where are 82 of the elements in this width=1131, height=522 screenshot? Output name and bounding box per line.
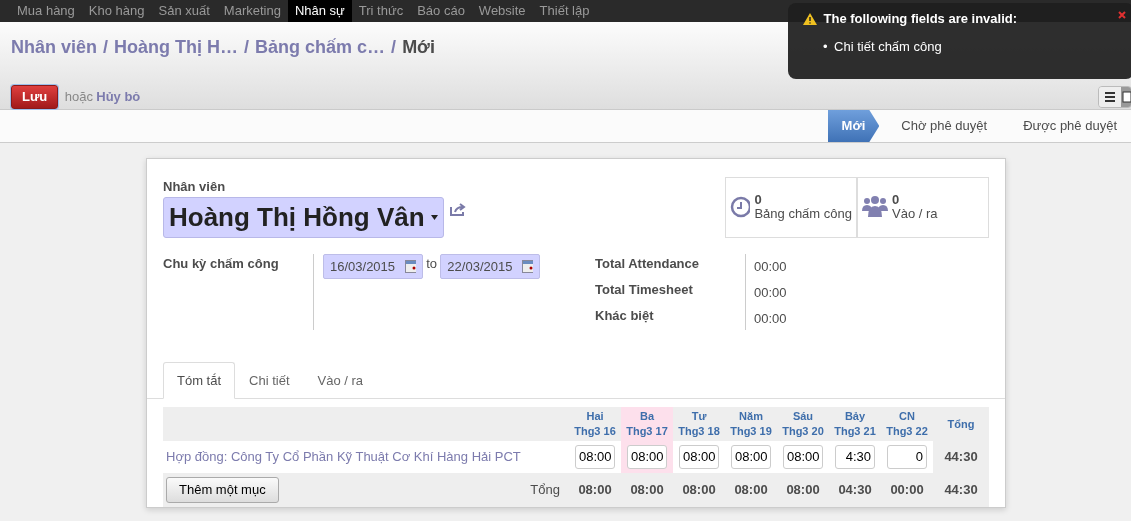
notification-item: Chi tiết chấm công [834, 37, 942, 56]
notification-title: The following fields are invalid: [823, 10, 1018, 28]
add-line-button[interactable]: Thêm một mục [166, 477, 279, 503]
tab[interactable]: Chi tiết [235, 361, 304, 399]
external-link-icon[interactable] [450, 202, 468, 216]
total-heading: Tổng [946, 416, 976, 432]
hours-input[interactable]: 08:00 [731, 445, 771, 469]
caret-icon [430, 214, 438, 220]
day-total: 00:00 [889, 481, 925, 499]
warning-icon [803, 12, 817, 25]
smart-button-label: Bảng chấm công [754, 207, 852, 222]
hours-input[interactable]: 0 [887, 445, 927, 469]
menu-item[interactable]: Tri thức [351, 0, 411, 22]
total-label: Total Attendance [595, 254, 700, 273]
menu-item[interactable]: Sản xuất [151, 0, 217, 22]
smart-button-count: 0 [892, 193, 901, 208]
employee-select[interactable]: Hoàng Thị Hồng Vân [163, 196, 444, 238]
breadcrumb-separator: / [391, 36, 397, 59]
menu-item[interactable]: Nhân sự [287, 0, 352, 22]
hours-input[interactable]: 08:00 [679, 445, 719, 469]
menu-item[interactable]: Marketing [216, 0, 288, 22]
day-heading: Năm Thg3 19 [729, 409, 773, 439]
view-switcher[interactable] [1098, 85, 1131, 108]
breadcrumb-link[interactable]: Hoàng Thị H… [114, 34, 239, 61]
list-view-icon[interactable] [1099, 86, 1121, 107]
status-stage[interactable]: Mới [827, 110, 880, 142]
day-total: 04:30 [837, 481, 873, 499]
hours-input[interactable]: 4:30 [835, 445, 875, 469]
status-stage[interactable]: Được phê duyệt [1001, 110, 1131, 142]
menu-item[interactable]: Báo cáo [410, 0, 472, 22]
day-total: 08:00 [577, 481, 613, 499]
total-value: 00:00 [754, 257, 787, 276]
total-value: 00:00 [754, 309, 787, 328]
date-field[interactable]: 22/03/2015 [440, 253, 541, 279]
day-heading: Bảy Thg3 21 [833, 409, 877, 439]
day-heading: Ba Thg3 17 [621, 407, 673, 441]
day-heading: Tư Thg3 18 [677, 409, 721, 439]
total-label: Total Timesheet [595, 280, 694, 299]
day-heading: CN Thg3 22 [885, 409, 929, 439]
footer-label: Tổng [530, 481, 560, 499]
hours-input[interactable]: 08:00 [783, 445, 823, 469]
row-total: 44:30 [943, 448, 979, 467]
smart-button[interactable]: 0 Bảng chấm công [725, 177, 857, 238]
day-heading: Hai Thg3 16 [573, 409, 617, 439]
breadcrumb-link[interactable]: Bảng chấm c… [255, 34, 386, 61]
day-total: 08:00 [785, 481, 821, 499]
day-total: 08:00 [733, 481, 769, 499]
day-total: 08:00 [681, 481, 717, 499]
smart-button[interactable]: 0 Vào / ra [857, 177, 989, 238]
to-text: to [426, 254, 438, 273]
hours-input[interactable]: 08:00 [627, 445, 667, 469]
tab[interactable]: Vào / ra [303, 361, 378, 399]
status-stage[interactable]: Chờ phê duyệt [879, 110, 1002, 142]
grand-total: 44:30 [943, 481, 979, 499]
date-field[interactable]: 16/03/2015 [323, 253, 423, 279]
menu-item[interactable]: Website [471, 0, 533, 22]
hours-input[interactable]: 08:00 [575, 445, 615, 469]
field-label: Nhân viên [163, 178, 227, 196]
close-icon[interactable] [1118, 11, 1126, 19]
clock-icon [730, 196, 751, 219]
bullet-mark: • [823, 37, 828, 56]
total-label: Khác biệt [595, 306, 655, 325]
smart-button-label: Vào / ra [892, 207, 938, 222]
people-icon [862, 196, 888, 219]
menu-item[interactable]: Kho hàng [81, 0, 152, 22]
field-label: Chu kỳ chấm công [163, 254, 280, 273]
save-button[interactable]: Lưu [11, 85, 59, 109]
menu-item[interactable]: Thiết lập [532, 0, 597, 22]
breadcrumb-separator: / [244, 36, 250, 59]
or-text: hoặc [64, 88, 93, 106]
form-view-icon[interactable] [1121, 86, 1131, 107]
breadcrumb-current: Mới [402, 36, 435, 59]
day-total: 08:00 [629, 481, 665, 499]
tab[interactable]: Tóm tắt [163, 361, 236, 399]
smart-button-count: 0 [754, 193, 763, 208]
calendar-icon[interactable] [405, 259, 416, 273]
menu-item[interactable]: Mua hàng [10, 0, 82, 22]
calendar-icon[interactable] [522, 259, 534, 273]
day-heading: Sáu Thg3 20 [781, 409, 825, 439]
breadcrumb-separator: / [103, 36, 109, 59]
breadcrumb-link[interactable]: Nhân viên [11, 34, 98, 61]
total-value: 00:00 [754, 283, 787, 302]
